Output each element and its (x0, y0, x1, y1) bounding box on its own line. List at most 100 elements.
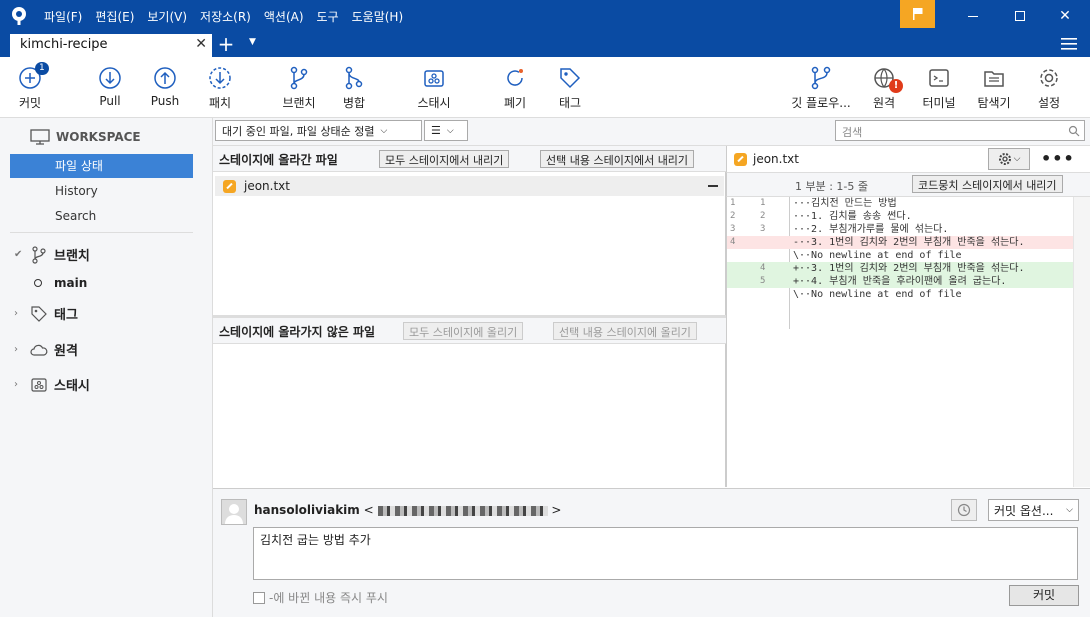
list-item[interactable]: jeon.txt (215, 176, 724, 196)
stage-selected-button[interactable]: 선택 내용 스테이지에 올리기 (553, 322, 697, 340)
stash-button[interactable]: 스태시 (404, 65, 464, 111)
terminal-button[interactable]: 터미널 (909, 65, 969, 111)
diff-line-text: \··No newline at end of file (793, 289, 962, 300)
menu-repository[interactable]: 저장소(R) (200, 8, 251, 25)
sidebar-item-history[interactable]: History (10, 179, 193, 203)
menu-help[interactable]: 도움말(H) (352, 8, 404, 25)
tags-label: 태그 (54, 308, 78, 323)
minimize-button[interactable] (950, 0, 996, 32)
discard-icon (507, 69, 523, 86)
tag-button[interactable]: 태그 (540, 65, 600, 111)
diff-line[interactable]: 1 1 ···김치전 만드는 방법 (727, 197, 1074, 210)
file-sort-dropdown[interactable]: 대기 중인 파일, 파일 상태순 정렬 ⌵ (215, 120, 422, 141)
new-line-number: 3 (760, 224, 766, 234)
title-bar: 파일(F) 편집(E) 보기(V) 저장소(R) 액션(A) 도구 도움말(H)… (0, 0, 1090, 32)
push-immediately-checkbox[interactable]: -에 바뀐 내용 즉시 푸시 (253, 589, 388, 606)
arrow-down-circle-icon (99, 67, 121, 89)
branch-item-main[interactable]: main (34, 276, 87, 290)
tab-close-icon[interactable]: ✕ (195, 36, 207, 52)
flag-icon (912, 8, 922, 20)
minimize-icon (968, 15, 978, 17)
menu-tools[interactable]: 도구 (317, 8, 339, 25)
unstage-hunk-button[interactable]: 코드뭉치 스테이지에서 내리기 (912, 175, 1063, 193)
diff-line[interactable]: \··No newline at end of file (727, 249, 1074, 262)
fetch-button[interactable]: 패치 (190, 65, 250, 111)
more-options-icon[interactable]: ••• (1041, 149, 1075, 168)
repo-tab-title: kimchi-recipe (20, 37, 108, 52)
unstage-all-button[interactable]: 모두 스테이지에서 내리기 (379, 150, 510, 168)
diff-line[interactable]: 5 +··4. 부침개 반죽을 후라이팬에 올려 굽는다. (727, 275, 1074, 288)
diff-line-text: -··3. 1번의 김치와 2번의 부침개 반죽을 섞는다. (793, 237, 1025, 248)
branch-main-label: main (54, 276, 88, 290)
chevron-down-icon: ⌵ (380, 125, 388, 136)
stash-icon (424, 70, 444, 87)
diff-line[interactable]: 2 2 ···1. 김치를 송송 썬다. (727, 210, 1074, 223)
commit-button[interactable]: 1 커밋 (0, 62, 60, 111)
author-email-close: > (551, 503, 562, 517)
diff-line-text: +··3. 1번의 김치와 2번의 부침개 반죽을 섞는다. (793, 263, 1025, 274)
sidebar-divider (10, 232, 193, 233)
menu-edit[interactable]: 편집(E) (95, 8, 134, 25)
sidebar-section-tags[interactable]: › 태그 (14, 304, 78, 323)
hamburger-menu-icon[interactable] (1061, 37, 1077, 51)
search-input[interactable]: 검색 (835, 120, 1085, 141)
pull-button[interactable]: Pull (80, 65, 140, 108)
stage-all-button[interactable]: 모두 스테이지에 올리기 (403, 322, 524, 340)
sidebar-section-remotes[interactable]: › 원격 (14, 340, 78, 359)
close-window-button[interactable]: ✕ (1042, 0, 1088, 32)
collapse-icon[interactable] (708, 185, 718, 187)
diff-hunk-header: 1 부분 : 1-5 줄 코드뭉치 스테이지에서 내리기 (726, 173, 1090, 197)
tab-list-dropdown[interactable]: ▼ (249, 37, 256, 47)
menu-actions[interactable]: 액션(A) (264, 8, 304, 25)
diff-line[interactable]: 3 3 ···2. 부침개가루를 물에 섞는다. (727, 223, 1074, 236)
branch-button[interactable]: 브랜치 (269, 65, 329, 111)
unstaged-files-header: 스테이지에 올라가지 않은 파일 모두 스테이지에 올리기 선택 내용 스테이지… (213, 318, 726, 344)
new-tab-button[interactable]: + (215, 32, 237, 57)
diff-scrollbar[interactable] (1073, 197, 1090, 487)
fetch-label: 패치 (208, 96, 232, 110)
sidebar-section-branches[interactable]: ✔ 브랜치 (14, 245, 90, 264)
maximize-button[interactable] (997, 0, 1043, 32)
commit-submit-button[interactable]: 커밋 (1009, 585, 1079, 606)
branches-label: 브랜치 (54, 249, 90, 264)
tag-label: 태그 (558, 96, 582, 110)
push-immediately-label: -에 바뀐 내용 즉시 푸시 (269, 591, 388, 605)
diff-view[interactable]: 1 1 ···김치전 만드는 방법 2 2 ···1. 김치를 송송 썬다. 3 3 ···2.… (726, 197, 1090, 487)
diff-line[interactable]: 4 +··3. 1번의 김치와 2번의 부침개 반죽을 섞는다. (727, 262, 1074, 275)
chevron-down-icon: ⌵ (1066, 505, 1073, 515)
workspace-header[interactable]: WORKSPACE (30, 129, 141, 145)
main-toolbar: 1 커밋 Pull Push 패치 브랜치 병합 스태시 폐기 태그 깃 플로우… (0, 57, 1090, 118)
staged-files-title: 스테이지에 올라간 파일 (219, 153, 338, 167)
unstage-selected-button[interactable]: 선택 내용 스테이지에서 내리기 (540, 150, 695, 168)
sidebar-section-stashes[interactable]: › 스태시 (14, 375, 90, 394)
commit-options-dropdown[interactable]: 커밋 옵션... ⌵ (988, 499, 1079, 521)
chevron-down-icon: ⌵ (1013, 154, 1021, 164)
sourcetree-logo-icon (12, 7, 26, 25)
repo-tab[interactable]: kimchi-recipe ✕ (10, 34, 212, 57)
flag-button[interactable] (900, 0, 935, 28)
explorer-button[interactable]: 탐색기 (964, 65, 1024, 111)
diff-line-text: ···김치전 만드는 방법 (793, 198, 897, 209)
diff-line[interactable]: 4 -··3. 1번의 김치와 2번의 부침개 반죽을 섞는다. (727, 236, 1074, 249)
commit-message-input[interactable]: 김치전 굽는 방법 추가 (253, 527, 1078, 580)
new-line-number: 2 (760, 211, 766, 221)
view-mode-dropdown[interactable]: ☰ ⌵ (424, 120, 468, 141)
push-button[interactable]: Push (135, 65, 195, 108)
discard-button[interactable]: 폐기 (485, 65, 545, 111)
menu-view[interactable]: 보기(V) (147, 8, 187, 25)
sidebar-item-file-status[interactable]: 파일 상태 (10, 154, 193, 178)
commit-history-button[interactable] (951, 499, 977, 521)
current-branch-icon (34, 279, 42, 287)
user-icon (225, 504, 243, 524)
remote-button[interactable]: ! 원격 (854, 65, 914, 111)
gitflow-button[interactable]: 깃 플로우... (791, 65, 851, 111)
checkbox-icon (253, 591, 265, 604)
settings-button[interactable]: 설정 (1019, 65, 1079, 111)
diff-settings-dropdown[interactable]: ⌵ (988, 148, 1030, 170)
gitflow-icon (811, 66, 831, 90)
hunk-range-label: 1 부분 : 1-5 줄 (795, 180, 869, 193)
menu-file[interactable]: 파일(F) (44, 8, 82, 25)
sidebar-item-search[interactable]: Search (10, 204, 193, 228)
diff-line[interactable]: \··No newline at end of file (727, 288, 1074, 301)
merge-button[interactable]: 병합 (324, 65, 384, 111)
